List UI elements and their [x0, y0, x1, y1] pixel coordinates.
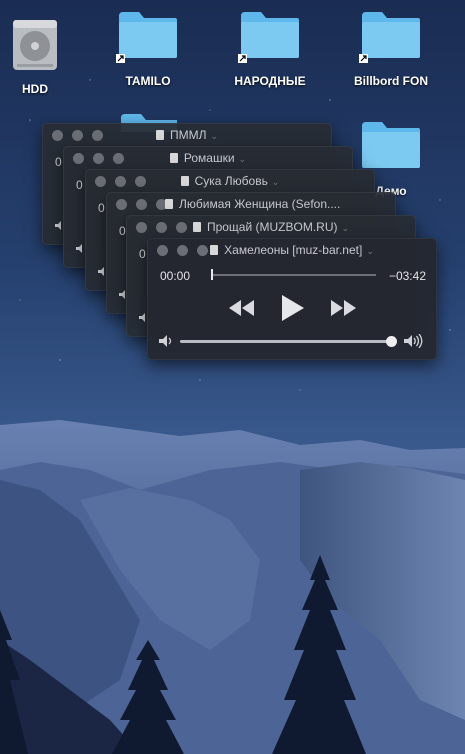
chevron-down-icon: ⌄ [210, 131, 219, 141]
close-button[interactable] [116, 199, 127, 210]
title-bar[interactable]: Любимая Женщина (Sefon.... [107, 193, 395, 215]
chevron-down-icon: ⌄ [341, 223, 350, 233]
desktop-icon-demo[interactable]: Демо [341, 120, 441, 198]
window-title: ПММЛ ⌄ [43, 128, 331, 142]
time-elapsed: 0 [76, 178, 83, 192]
desktop-icon-tamilo[interactable]: TAMILO [98, 10, 198, 88]
document-icon [169, 153, 178, 163]
fast-forward-icon[interactable] [330, 300, 356, 316]
rewind-icon[interactable] [229, 300, 255, 316]
desktop-icon-label: TAMILO [125, 74, 171, 88]
time-elapsed: 0 [98, 201, 105, 215]
document-icon [165, 199, 173, 209]
window-buttons[interactable] [116, 199, 167, 210]
title-bar[interactable]: Прощай (MUZBOM.RU) ⌄ [127, 216, 415, 238]
desktop-icon-narodnye[interactable]: НАРОДНЫЕ [220, 10, 320, 88]
desktop-icon-label: НАРОДНЫЕ [234, 74, 306, 88]
time-elapsed: 0 [139, 247, 146, 261]
volume-low-icon[interactable] [159, 335, 173, 347]
document-icon [155, 130, 164, 140]
window-title: Сука Любовь ⌄ [86, 174, 374, 188]
folder-icon [362, 122, 420, 168]
folder-icon [241, 12, 299, 58]
desktop-icon-billbord-fon[interactable]: Billbord FON [341, 10, 441, 88]
desktop-icon-hdd[interactable]: HDD [0, 16, 85, 96]
volume-slider-knob[interactable] [386, 336, 397, 347]
time-elapsed: 00:00 [160, 269, 191, 283]
document-icon [192, 222, 201, 232]
time-remaining: −03:42 [388, 269, 426, 283]
player-window-khameleony[interactable]: Хамелеоны [muz-bar.net] ⌄ 00:00 −03:42 [147, 238, 437, 360]
alias-arrow-icon [116, 54, 125, 63]
time-elapsed: 0 [119, 224, 126, 238]
document-icon [210, 245, 219, 255]
title-bar[interactable]: ПММЛ ⌄ [43, 124, 331, 146]
alias-arrow-icon [359, 54, 368, 63]
minimize-button[interactable] [136, 199, 147, 210]
chevron-down-icon: ⌄ [238, 154, 247, 164]
window-title: Ромашки ⌄ [64, 151, 352, 165]
volume-high-icon[interactable] [404, 334, 424, 348]
hard-drive-icon [13, 20, 57, 70]
title-bar[interactable]: Сука Любовь ⌄ [86, 170, 374, 192]
window-title: Прощай (MUZBOM.RU) ⌄ [127, 220, 415, 234]
folder-icon [119, 12, 177, 58]
desktop-wallpaper [0, 0, 465, 754]
scrubber-track[interactable] [211, 274, 376, 276]
volume-slider-track[interactable] [180, 340, 392, 343]
time-elapsed: 0 [55, 155, 62, 169]
title-bar[interactable]: Хамелеоны [muz-bar.net] ⌄ [148, 239, 436, 261]
document-icon [180, 176, 189, 186]
chevron-down-icon: ⌄ [366, 246, 374, 256]
window-title: Хамелеоны [muz-bar.net] ⌄ [148, 243, 436, 257]
scrubber-playhead[interactable] [211, 269, 213, 280]
desktop-icon-label: HDD [22, 82, 48, 96]
chevron-down-icon: ⌄ [271, 177, 280, 187]
desktop-icon-label: Billbord FON [354, 74, 428, 88]
title-bar[interactable]: Ромашки ⌄ [64, 147, 352, 169]
play-icon[interactable] [282, 295, 304, 321]
alias-arrow-icon [238, 54, 247, 63]
window-title: Любимая Женщина (Sefon.... [165, 197, 395, 211]
folder-icon [362, 12, 420, 58]
